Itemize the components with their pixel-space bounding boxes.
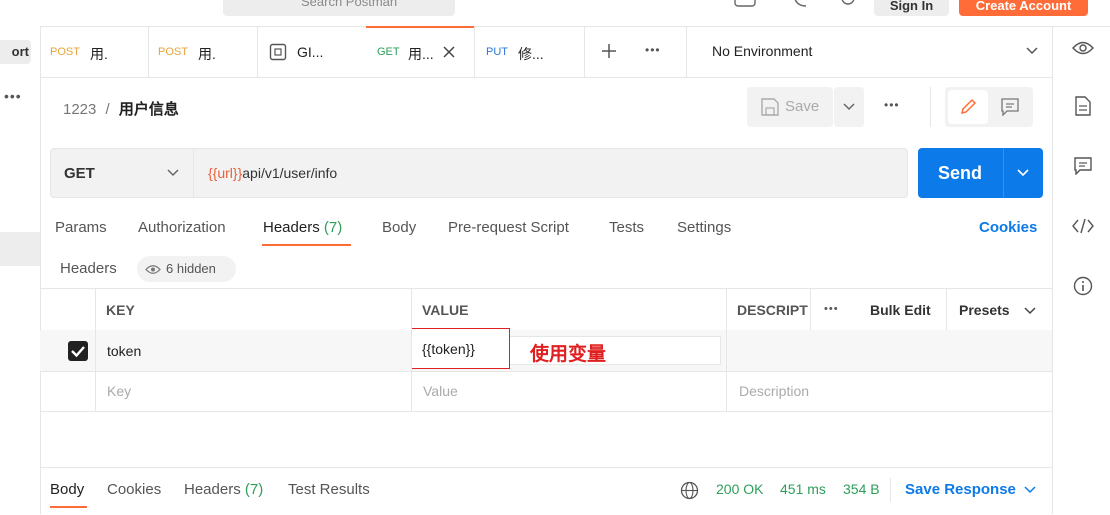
table-header-row: KEY VALUE DESCRIPT ••• Bulk Edit Presets <box>40 288 1052 332</box>
table-row: token {{token}} 使用变量 <box>40 328 1052 372</box>
tab-params[interactable]: Params <box>55 219 107 236</box>
breadcrumb: 1223 / 用户信息 <box>63 98 179 119</box>
close-tab-icon[interactable] <box>442 45 456 59</box>
request-more-icon[interactable]: ••• <box>884 98 900 112</box>
search-box[interactable]: Search Postman <box>223 0 455 16</box>
presets-button[interactable]: Presets <box>959 302 1010 318</box>
chevron-down-icon <box>1024 307 1036 315</box>
active-tab-indicator <box>366 26 474 28</box>
tab-post-1[interactable]: POST 用. <box>40 26 149 77</box>
tab-tests[interactable]: Tests <box>609 219 644 236</box>
column-description: DESCRIPT <box>737 302 808 318</box>
info-icon[interactable] <box>1073 276 1093 296</box>
row-value[interactable]: {{token}} <box>422 341 475 357</box>
tab-post-2[interactable]: POST 用. <box>148 26 258 77</box>
tab-prerequest-script[interactable]: Pre-request Script <box>448 219 569 236</box>
view-mode-toggle <box>945 87 1033 127</box>
code-icon[interactable] <box>1072 218 1094 234</box>
comment-icon <box>1001 98 1019 116</box>
sidebar-more-icon[interactable]: ••• <box>4 88 22 104</box>
hidden-headers-toggle[interactable]: 6 hidden <box>137 256 236 282</box>
new-value-input[interactable]: Value <box>423 383 458 399</box>
settings-icon[interactable] <box>836 0 860 10</box>
new-description-input[interactable]: Description <box>739 383 809 399</box>
sign-in-button[interactable]: Sign In <box>874 0 949 16</box>
chevron-down-icon <box>843 103 855 111</box>
satellite-icon[interactable] <box>790 0 810 10</box>
tab-authorization[interactable]: Authorization <box>138 219 226 236</box>
headers-section-title: Headers <box>60 260 117 277</box>
response-tab-cookies[interactable]: Cookies <box>107 481 161 498</box>
sidebar: ort ••• <box>0 26 41 514</box>
save-icon <box>761 98 779 116</box>
new-tab-plus-icon[interactable] <box>601 43 617 59</box>
eye-icon[interactable] <box>1072 40 1094 56</box>
comments-icon[interactable] <box>1074 157 1092 175</box>
status-code[interactable]: 200 OK <box>716 481 763 497</box>
response-bar: Body Cookies Headers (7) Test Results 20… <box>40 467 1052 515</box>
response-tab-body[interactable]: Body <box>50 481 84 498</box>
url-path: api/v1/user/info <box>242 165 338 181</box>
eye-icon <box>145 265 161 274</box>
divider <box>930 87 931 127</box>
url-input[interactable]: {{url}}api/v1/user/info <box>194 148 908 198</box>
response-tab-test-results[interactable]: Test Results <box>288 481 370 498</box>
globe-icon[interactable] <box>680 481 699 500</box>
table-more-icon[interactable]: ••• <box>824 303 839 315</box>
edit-mode-button[interactable] <box>948 90 988 124</box>
tab-put[interactable]: PUT 修... <box>474 26 585 77</box>
save-button[interactable]: Save <box>747 87 833 127</box>
column-value: VALUE <box>422 302 469 318</box>
subtab-active-indicator <box>262 244 351 246</box>
response-tab-headers[interactable]: Headers (7) <box>184 481 263 498</box>
save-response-button[interactable]: Save Response <box>905 481 1016 498</box>
breadcrumb-separator: / <box>105 101 110 118</box>
column-key: KEY <box>106 302 135 318</box>
chevron-down-icon <box>167 169 179 177</box>
documentation-icon[interactable] <box>1075 96 1091 116</box>
sidebar-selected-item[interactable] <box>0 232 40 266</box>
chevron-down-icon <box>1024 486 1036 494</box>
example-icon <box>269 43 287 61</box>
row-enabled-checkbox[interactable] <box>68 341 88 361</box>
import-button[interactable]: ort <box>0 40 31 64</box>
send-button[interactable]: Send <box>918 148 1043 198</box>
tab-get-active[interactable]: GET 用... <box>366 26 475 77</box>
tabs-more-icon[interactable]: ••• <box>645 43 661 57</box>
cookies-link[interactable]: Cookies <box>979 219 1037 236</box>
bulk-edit-button[interactable]: Bulk Edit <box>870 302 931 318</box>
create-account-button[interactable]: Create Account <box>959 0 1088 16</box>
highlight-box: {{token}} <box>411 328 510 369</box>
tab-body[interactable]: Body <box>382 219 416 236</box>
annotation-text: 使用变量 <box>530 344 607 365</box>
url-variable: {{url}} <box>208 165 243 181</box>
right-sidebar <box>1052 26 1110 514</box>
search-placeholder: Search Postman <box>301 0 398 9</box>
tab-example[interactable]: GI... <box>257 26 367 77</box>
chevron-down-icon <box>1026 47 1038 55</box>
new-key-input[interactable]: Key <box>107 383 131 399</box>
breadcrumb-collection[interactable]: 1223 <box>63 101 96 118</box>
table-row-empty: Key Value Description <box>40 371 1052 412</box>
comment-mode-button[interactable] <box>990 90 1030 124</box>
response-tab-indicator <box>50 506 87 508</box>
save-options-button[interactable] <box>834 87 864 127</box>
environment-label: No Environment <box>712 43 813 59</box>
tab-headers[interactable]: Headers (7) <box>263 219 342 236</box>
request-name[interactable]: 用户信息 <box>119 101 179 118</box>
check-icon <box>71 346 85 358</box>
response-time[interactable]: 451 ms <box>780 481 826 497</box>
chevron-down-icon[interactable] <box>1017 169 1029 178</box>
method-select[interactable]: GET <box>50 148 194 198</box>
response-size[interactable]: 354 B <box>843 481 880 497</box>
pencil-icon <box>960 98 977 115</box>
tab-settings[interactable]: Settings <box>677 219 731 236</box>
capture-icon[interactable] <box>730 0 760 10</box>
row-key[interactable]: token <box>107 343 141 359</box>
environment-selector[interactable]: No Environment <box>686 26 1053 78</box>
